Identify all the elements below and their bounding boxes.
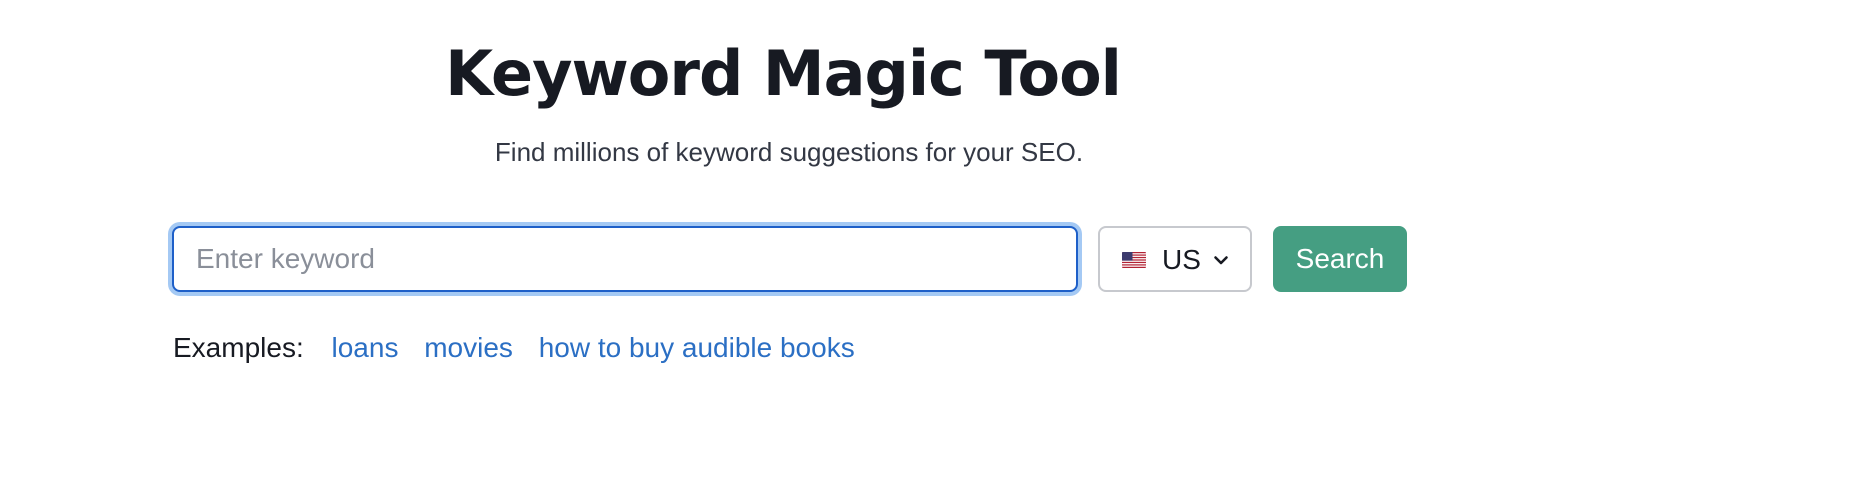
example-link-movies[interactable]: movies <box>424 332 513 363</box>
example-link-how-to-buy-audible-books[interactable]: how to buy audible books <box>539 332 855 363</box>
database-select[interactable]: US <box>1098 226 1252 292</box>
page-title: Keyword Magic Tool <box>445 37 1122 110</box>
page-subtitle: Find millions of keyword suggestions for… <box>494 137 1084 167</box>
chevron-down-icon <box>1212 251 1230 269</box>
keyword-input[interactable] <box>172 226 1078 292</box>
us-flag-icon <box>1122 252 1146 268</box>
database-select-value: US <box>1162 244 1201 275</box>
search-button[interactable]: Search <box>1273 226 1407 292</box>
examples-row: Examples: loans movies how to buy audibl… <box>173 330 873 366</box>
keyword-magic-tool-page: Keyword Magic Tool Find millions of keyw… <box>0 0 1860 488</box>
example-link-loans[interactable]: loans <box>332 332 399 363</box>
examples-label: Examples: <box>173 332 304 363</box>
